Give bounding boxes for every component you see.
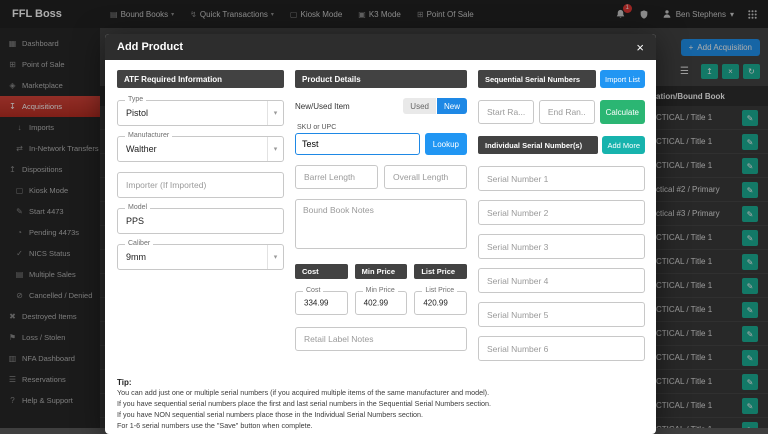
model-label: Model: [125, 204, 150, 211]
lookup-button[interactable]: Lookup: [425, 133, 467, 155]
manufacturer-value: Walther: [126, 144, 157, 154]
chevron-down-icon: ▾: [267, 137, 283, 161]
product-details-header: Product Details: [295, 70, 467, 88]
sku-label: SKU or UPC: [297, 124, 467, 131]
retail-label-notes-field[interactable]: [295, 327, 467, 351]
manufacturer-select[interactable]: Manufacturer Walther ▾: [117, 136, 284, 162]
serial-number-3-field[interactable]: [478, 234, 645, 259]
sequential-serials-header-row: Sequential Serial Numbers Import List: [478, 70, 645, 88]
serial-number-4-field[interactable]: [478, 268, 645, 293]
atf-section-header: ATF Required Information: [117, 70, 284, 88]
list-price-field[interactable]: List Price 420.99: [414, 291, 467, 315]
condition-row: New/Used Item Used New: [295, 98, 467, 114]
end-range-field[interactable]: [539, 100, 595, 124]
barrel-length-field[interactable]: [295, 165, 378, 189]
import-list-button[interactable]: Import List: [600, 70, 645, 88]
serial-number-6-field[interactable]: [478, 336, 645, 361]
add-more-button[interactable]: Add More: [602, 136, 645, 154]
chevron-down-icon: ▾: [267, 101, 283, 125]
serial-range-row: Calculate: [478, 100, 645, 124]
model-value: PPS: [126, 216, 144, 226]
close-button[interactable]: ×: [636, 41, 644, 54]
chevron-down-icon: ▾: [267, 245, 283, 269]
tip-line: You can add just one or multiple serial …: [117, 387, 644, 398]
tip-line: If you have sequential serial numbers pl…: [117, 398, 644, 409]
type-value: Pistol: [126, 108, 148, 118]
product-details-column: Product Details New/Used Item Used New S…: [295, 70, 467, 370]
cost-label: Cost: [303, 287, 323, 294]
cost-field[interactable]: Cost 334.99: [295, 291, 348, 315]
serial-number-5-field[interactable]: [478, 302, 645, 327]
overall-length-field[interactable]: [384, 165, 467, 189]
individual-serials-header-row: Individual Serial Number(s) Add More: [478, 136, 645, 154]
modal-header: Add Product ×: [105, 34, 656, 60]
sequential-serials-header: Sequential Serial Numbers: [478, 70, 596, 88]
list-price-value: 420.99: [423, 299, 447, 308]
length-row: [295, 165, 467, 189]
price-headers: Cost Min Price List Price: [295, 264, 467, 279]
atf-column: ATF Required Information Type Pistol ▾ M…: [117, 70, 284, 370]
cost-value: 334.99: [304, 299, 328, 308]
used-button[interactable]: Used: [403, 98, 436, 114]
min-price-field[interactable]: Min Price 402.99: [355, 291, 408, 315]
tip-line: For 1-6 serial numbers use the "Save" bu…: [117, 420, 644, 431]
sku-row: Lookup: [295, 133, 467, 155]
importer-field[interactable]: [117, 172, 284, 198]
new-button[interactable]: New: [437, 98, 467, 114]
sku-input[interactable]: [295, 133, 420, 155]
caliber-select[interactable]: Caliber 9mm ▾: [117, 244, 284, 270]
caliber-value: 9mm: [126, 252, 146, 262]
model-field[interactable]: Model PPS: [117, 208, 284, 234]
min-price-label: Min Price: [363, 287, 398, 294]
min-price-value: 402.99: [364, 299, 388, 308]
tip-title: Tip:: [117, 378, 644, 387]
modal-body: ATF Required Information Type Pistol ▾ M…: [105, 60, 656, 370]
tip-section: Tip: You can add just one or multiple se…: [105, 370, 656, 434]
close-icon: ×: [636, 40, 644, 55]
price-fields: Cost 334.99 Min Price 402.99 List Price …: [295, 291, 467, 315]
calculate-button[interactable]: Calculate: [600, 100, 645, 124]
caliber-label: Caliber: [125, 240, 153, 247]
list-price-label: List Price: [422, 287, 457, 294]
add-product-modal: Add Product × ATF Required Information T…: [105, 34, 656, 434]
tip-line: If you have NON sequential serial number…: [117, 409, 644, 420]
individual-serials-header: Individual Serial Number(s): [478, 136, 598, 154]
start-range-field[interactable]: [478, 100, 534, 124]
condition-label: New/Used Item: [295, 102, 350, 111]
serial-number-1-field[interactable]: [478, 166, 645, 191]
modal-title: Add Product: [117, 41, 183, 53]
manufacturer-label: Manufacturer: [125, 132, 172, 139]
list-price-header: List Price: [414, 264, 467, 279]
type-label: Type: [125, 96, 146, 103]
serial-number-2-field[interactable]: [478, 200, 645, 225]
type-select[interactable]: Type Pistol ▾: [117, 100, 284, 126]
condition-toggle: Used New: [403, 98, 467, 114]
serial-numbers-column: Sequential Serial Numbers Import List Ca…: [478, 70, 645, 370]
cost-header: Cost: [295, 264, 348, 279]
bound-book-notes-field[interactable]: [295, 199, 467, 249]
min-price-header: Min Price: [355, 264, 408, 279]
